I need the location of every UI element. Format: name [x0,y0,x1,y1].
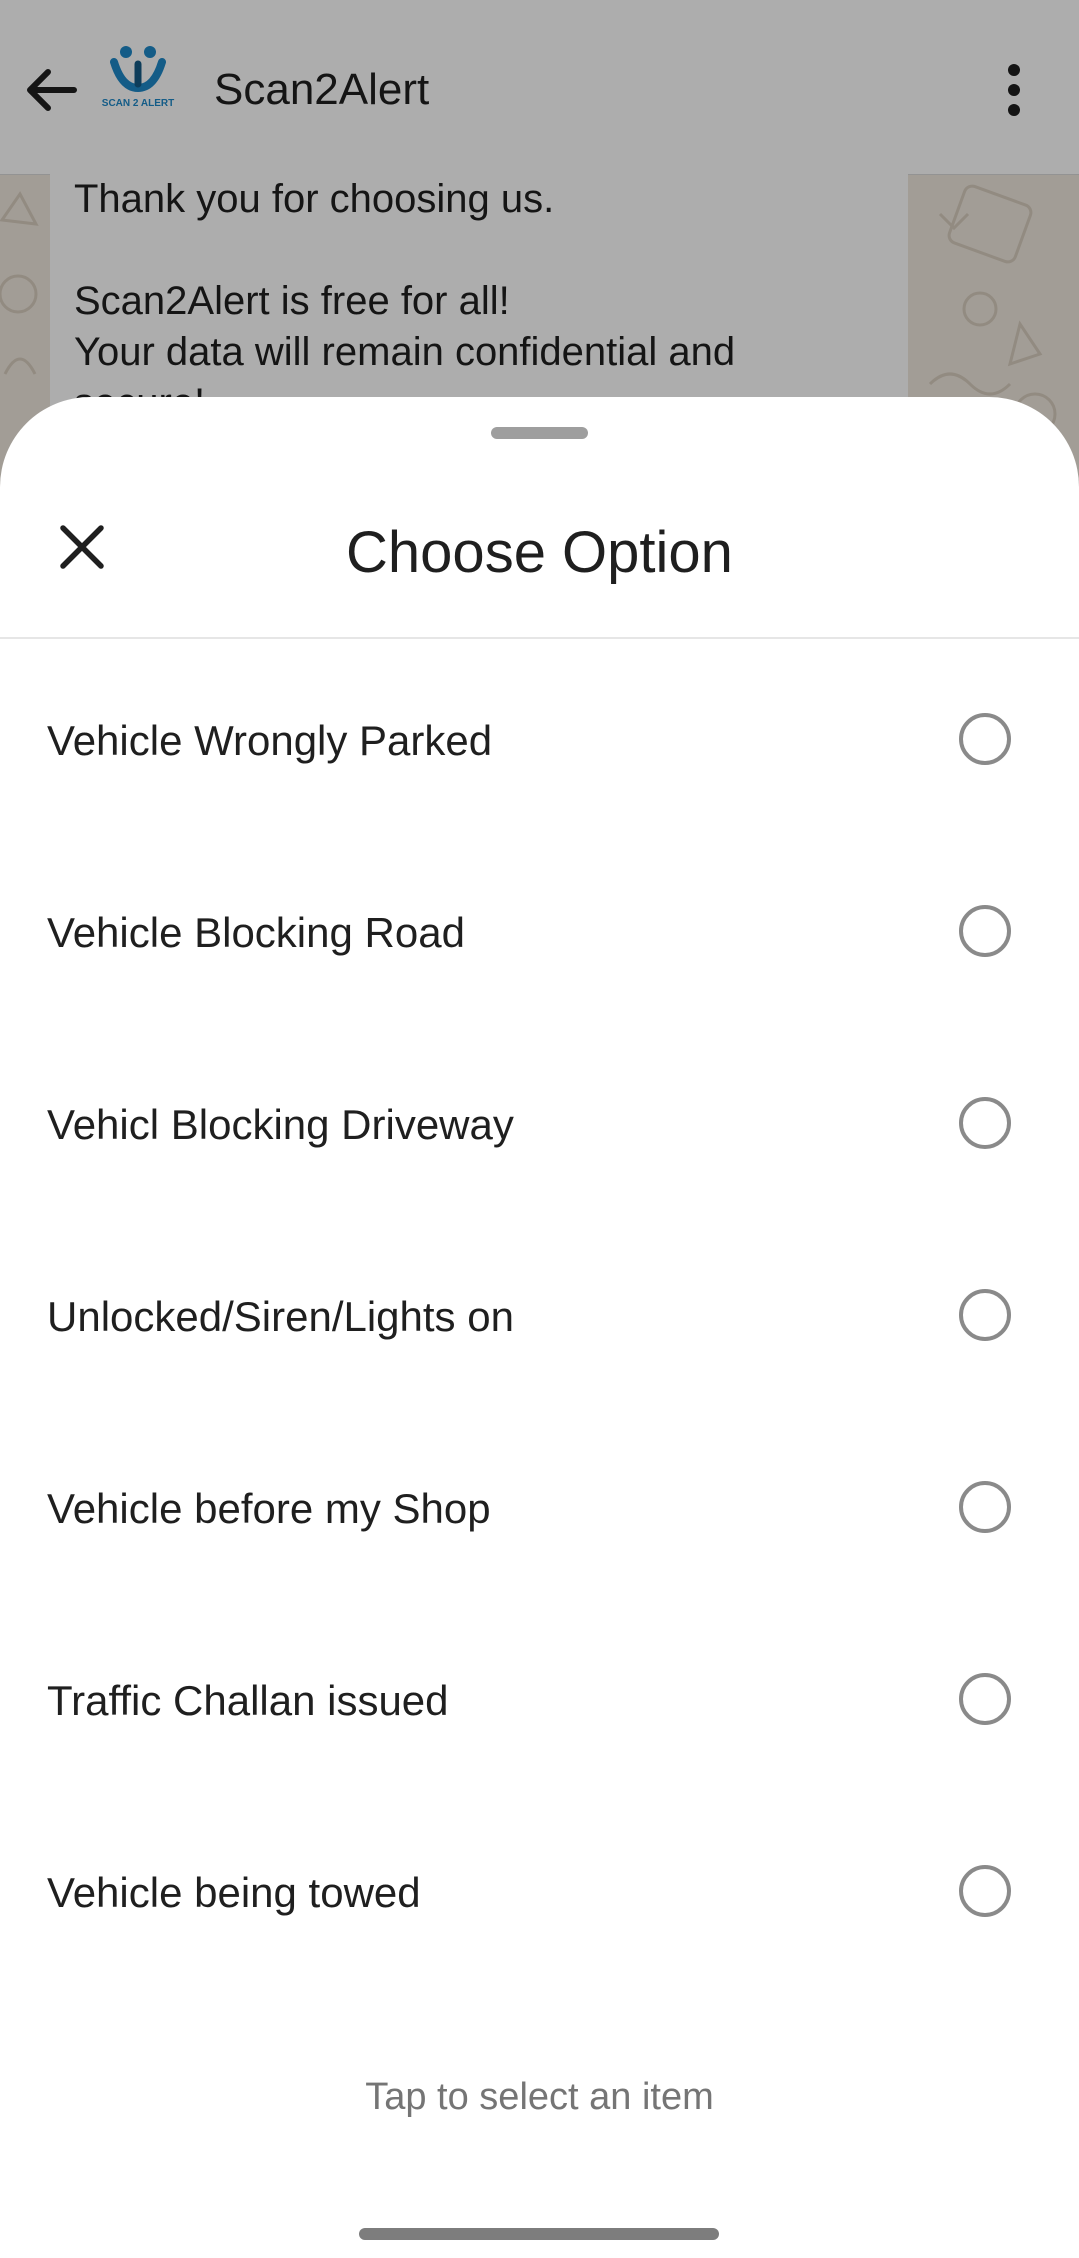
radio-button[interactable] [959,1097,1011,1149]
radio-button[interactable] [959,1481,1011,1533]
radio-button[interactable] [959,713,1011,765]
option-row[interactable]: Vehicl Blocking Driveway [0,1039,1079,1215]
radio-button[interactable] [959,905,1011,957]
option-row[interactable]: Vehicle before my Shop [0,1423,1079,1599]
hint-text: Tap to select an item [365,2076,714,2118]
option-row[interactable]: Vehicle being towed [0,1807,1079,1983]
radio-button[interactable] [959,1865,1011,1917]
radio-button[interactable] [959,1673,1011,1725]
screen: SCAN 2 ALERT Scan2Alert Thank you for ch… [0,0,1079,2258]
option-row[interactable]: Vehicle Blocking Road [0,847,1079,1023]
option-label: Vehicl Blocking Driveway [47,1101,514,1148]
radio-button[interactable] [959,1289,1011,1341]
option-label: Unlocked/Siren/Lights on [47,1293,514,1340]
option-row[interactable]: Vehicle Wrongly Parked [0,655,1079,831]
option-label: Traffic Challan issued [47,1677,449,1724]
option-row[interactable]: Traffic Challan issued [0,1615,1079,1791]
divider [0,637,1079,639]
choose-option-sheet: Choose Option Vehicle Wrongly Parked Veh… [0,397,1079,2258]
option-label: Vehicle Wrongly Parked [47,717,493,764]
option-label: Vehicle being towed [47,1869,421,1916]
drag-handle[interactable] [491,427,588,439]
option-label: Vehicle Blocking Road [47,909,465,956]
option-row[interactable]: Unlocked/Siren/Lights on [0,1231,1079,1407]
option-label: Vehicle before my Shop [47,1485,491,1532]
home-indicator[interactable] [359,2228,719,2240]
sheet-title: Choose Option [346,520,733,585]
